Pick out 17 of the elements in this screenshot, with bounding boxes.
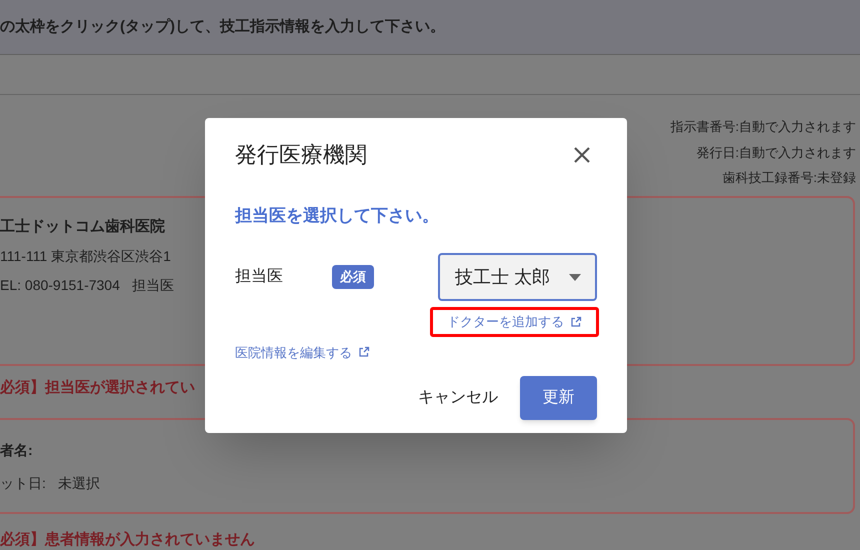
dialog-title: 発行医療機関 [235, 141, 367, 169]
prompt-text: 担当医を選択して下さい。 [235, 206, 439, 225]
instruction-text: の太枠をクリック(タップ)して、技工指示情報を入力して下さい。 [0, 16, 445, 37]
set-date-label: ット日: [0, 474, 46, 492]
meta-text: 指示書番号:自動で入力されます [670, 118, 856, 136]
error-text: 必須】担当医が選択されてい [0, 378, 195, 398]
required-badge: 必須 [332, 265, 374, 289]
patient-name-label: 者名: [0, 440, 33, 460]
meta-text: 発行日:自動で入力されます [696, 144, 856, 162]
field-label: 担当医 [235, 267, 284, 287]
clinic-address: 111-111 東京都渋谷区渋谷1 [0, 247, 171, 266]
meta-text: 歯科技工録番号:未登録 [722, 169, 856, 187]
set-date-value: 未選択 [58, 474, 100, 492]
doctor-label: 担当医 [132, 276, 174, 295]
clinic-name: 工士ドットコム歯科医院 [0, 216, 165, 236]
error-text: 必須】患者情報が入力されていません [0, 530, 255, 550]
clinic-phone: EL: 080-9151-7304 [0, 276, 120, 295]
